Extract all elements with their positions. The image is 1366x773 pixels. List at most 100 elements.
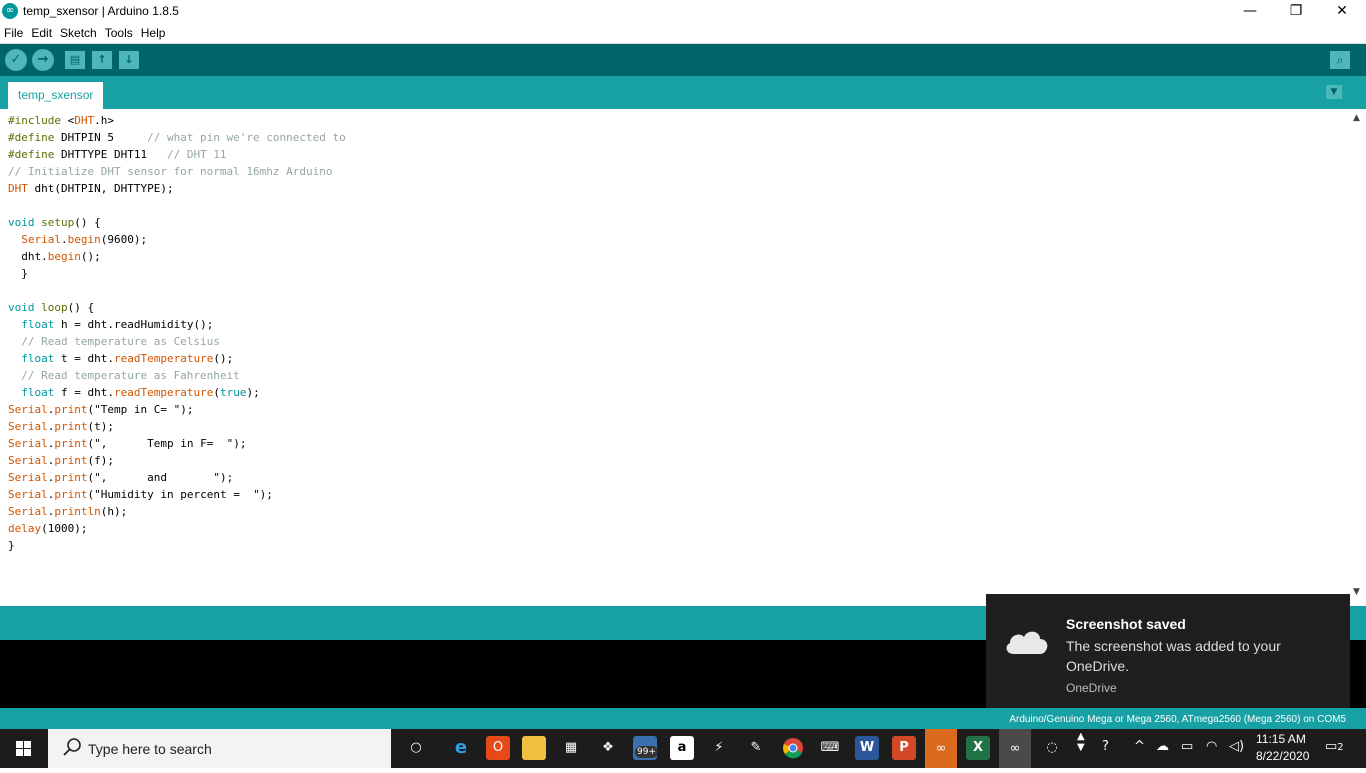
network-app-icon[interactable]: ⌨ [818,736,842,760]
code-editor[interactable]: #include <DHT.h> #define DHTPIN 5 // what… [0,109,1350,605]
mail-icon[interactable]: 99+ [633,736,658,760]
mail-badge: 99+ [635,746,658,758]
loading-app-icon[interactable]: ◌ [1040,736,1064,760]
menu-sketch[interactable]: Sketch [56,24,101,40]
code-line[interactable]: dht.begin(); [8,248,346,265]
tray-scroll-icon[interactable]: ▲ ▼ [1077,731,1085,753]
restore-button[interactable]: ❐ [1273,0,1319,24]
chrome-logo-icon [783,738,803,759]
help-icon[interactable]: ? [1102,739,1109,754]
code-line[interactable]: #define DHTTYPE DHT11 // DHT 11 [8,146,346,163]
scroll-up-icon[interactable]: ▲ [1353,113,1360,123]
code-line[interactable]: Serial.print(t); [8,418,346,435]
code-line[interactable]: Serial.print(", and "); [8,469,346,486]
code-line[interactable]: float f = dht.readTemperature(true); [8,384,346,401]
menu-bar: File Edit Sketch Tools Help [0,24,1366,44]
battery-icon[interactable]: ▭ [1181,739,1193,754]
new-button[interactable]: ▤ [65,51,85,69]
upload-button[interactable]: → [32,49,54,71]
code-line[interactable]: Serial.print(f); [8,452,346,469]
taskbar-search-box[interactable]: Type here to search [48,729,391,768]
lightning-app-icon[interactable]: ⚡ [707,736,731,760]
volume-icon[interactable]: ◁) [1229,739,1244,754]
code-line[interactable]: } [8,265,346,282]
code-line[interactable]: } [8,537,346,554]
notifications-icon[interactable]: ▭2 [1325,739,1344,754]
code-token: readTemperature [113,386,214,399]
code-line[interactable]: Serial.print("Humidity in percent = "); [8,486,346,503]
scroll-down-icon[interactable]: ▼ [1353,587,1360,597]
wifi-icon[interactable]: ◠ [1206,739,1217,754]
code-line[interactable] [8,282,346,299]
menu-tools[interactable]: Tools [101,24,137,40]
powerpoint-icon[interactable]: P [892,736,916,760]
code-line[interactable]: // Read temperature as Fahrenheit [8,367,346,384]
amazon-icon[interactable]: a [670,736,694,760]
code-line[interactable]: delay(1000); [8,520,346,537]
arduino-active-icon[interactable]: ∞ [999,729,1031,768]
arduino-taskbar-icon[interactable]: ∞ [925,729,957,768]
store-icon[interactable]: ▦ [559,736,583,760]
clock-date[interactable]: 8/22/2020 [1256,749,1309,763]
edge-icon[interactable]: e [449,736,473,760]
cortana-icon[interactable]: ○ [404,736,428,760]
chrome-icon[interactable] [781,736,805,760]
show-hidden-icons[interactable]: ^ [1134,739,1145,754]
tab-menu-button[interactable]: ▼ [1326,85,1342,99]
code-line[interactable]: // Read temperature as Celsius [8,333,346,350]
code-line[interactable] [8,197,346,214]
code-line[interactable]: void loop() { [8,299,346,316]
screenshot-toast[interactable]: Screenshot saved The screenshot was adde… [986,594,1350,708]
open-button[interactable]: ↑ [92,51,112,69]
code-line[interactable]: float t = dht.readTemperature(); [8,350,346,367]
minimize-button[interactable]: — [1227,0,1273,24]
code-token: print [54,454,88,467]
clock-time[interactable]: 11:15 AM [1256,732,1306,746]
code-line[interactable]: Serial.print("Temp in C= "); [8,401,346,418]
close-button[interactable]: ✕ [1319,0,1365,24]
code-line[interactable]: void setup() { [8,214,346,231]
code-token: float [21,352,61,365]
code-token: // what pin we're connected to [147,131,346,144]
serial-monitor-button[interactable]: ⌕ [1330,51,1350,69]
code-token: #define [8,131,61,144]
code-token: Serial [8,488,48,501]
tab-bar: temp_sxensor ▼ [0,76,1366,109]
code-line[interactable]: Serial.println(h); [8,503,346,520]
board-status-bar: Arduino/Genuino Mega or Mega 2560, ATmeg… [0,708,1366,729]
office-icon[interactable]: O [486,736,510,760]
code-token: setup [41,216,75,229]
code-token: f = dht. [61,386,114,399]
menu-edit[interactable]: Edit [27,24,56,40]
code-line[interactable]: Serial.begin(9600); [8,231,346,248]
code-text[interactable]: #include <DHT.h> #define DHTPIN 5 // what… [8,112,346,554]
code-line[interactable]: DHT dht(DHTPIN, DHTTYPE); [8,180,346,197]
file-explorer-icon[interactable] [522,736,546,760]
verify-button[interactable]: ✓ [5,49,27,71]
code-line[interactable]: Serial.print(", Temp in F= "); [8,435,346,452]
code-token: DHTTYPE DHT11 [60,148,167,161]
excel-icon[interactable]: X [966,736,990,760]
arduino-logo-icon: ∞ [2,3,18,19]
onedrive-icon[interactable]: ☁ [1156,739,1169,754]
code-token: dht. [8,250,48,263]
dropbox-icon[interactable]: ❖ [596,736,620,760]
code-line[interactable]: #include <DHT.h> [8,112,346,129]
paint-icon[interactable]: ✎ [744,736,768,760]
code-line[interactable]: float h = dht.readHumidity(); [8,316,346,333]
save-button[interactable]: ↓ [119,51,139,69]
code-token: print [54,403,88,416]
code-line[interactable]: #define DHTPIN 5 // what pin we're conne… [8,129,346,146]
code-token: // Read temperature as Fahrenheit [8,369,240,382]
code-token: Serial [8,454,48,467]
code-line[interactable]: // Initialize DHT sensor for normal 16mh… [8,163,346,180]
tab-temp-sxensor[interactable]: temp_sxensor [8,82,104,109]
code-token: Serial [8,471,48,484]
notifications-count: 2 [1337,742,1344,753]
word-icon[interactable]: W [855,736,879,760]
code-token: DHT [8,182,35,195]
menu-file[interactable]: File [0,24,27,40]
vertical-scrollbar[interactable]: ▲ ▼ [1350,109,1366,605]
menu-help[interactable]: Help [137,24,170,40]
start-button[interactable] [0,729,48,768]
